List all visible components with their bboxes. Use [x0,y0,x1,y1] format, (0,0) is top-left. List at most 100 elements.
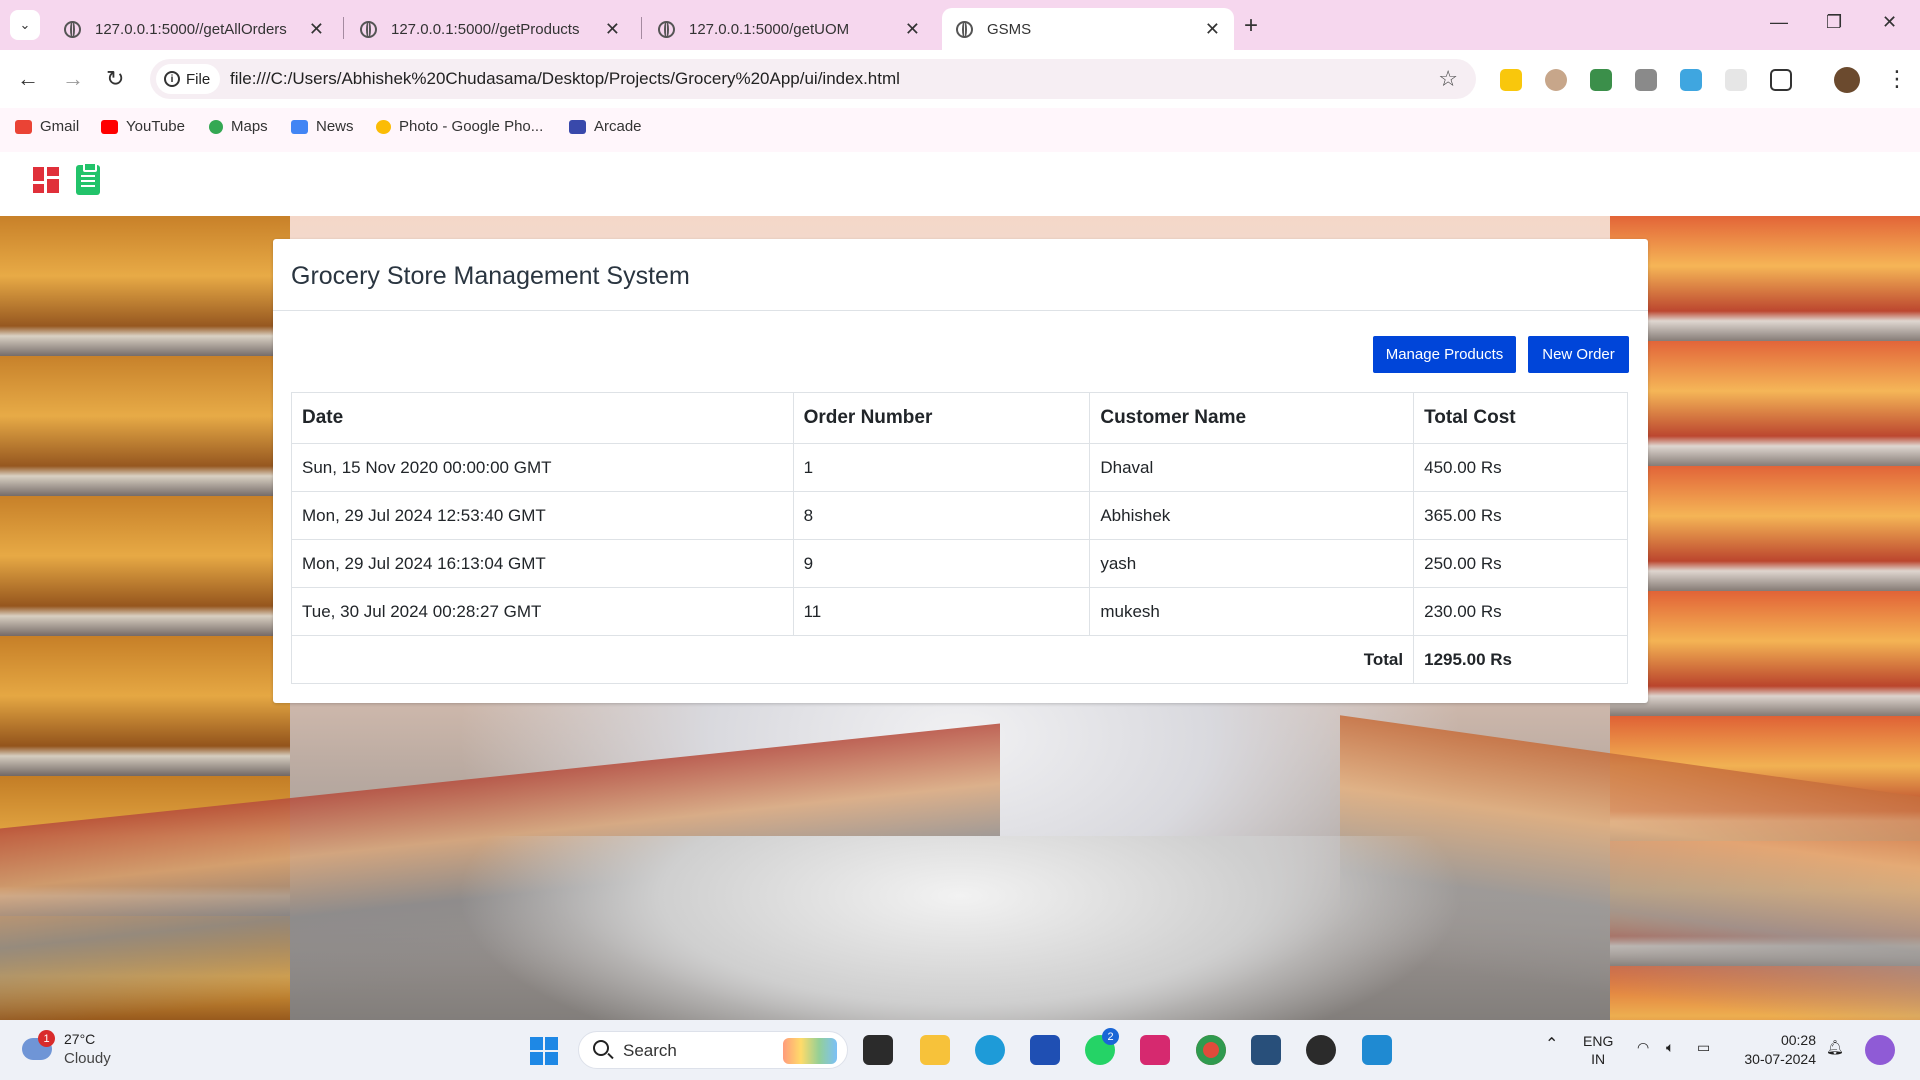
close-icon[interactable]: ✕ [905,19,920,40]
vscode-icon[interactable] [1362,1035,1392,1065]
minimize-button[interactable]: — [1770,12,1788,33]
search-icon [593,1040,609,1056]
show-hidden-icons-chevron-icon[interactable]: ⌃ [1545,1036,1558,1054]
camera-icon[interactable] [1635,69,1657,91]
app-navbar [0,152,1920,216]
site-info-chip[interactable]: i File [156,64,221,94]
windows-start-icon[interactable] [530,1037,558,1065]
orders-card: Grocery Store Management System Manage P… [273,239,1648,703]
cloud-icon: 1 [22,1030,55,1060]
tab-search-button[interactable]: ⌄ [10,10,40,40]
system-clock[interactable]: 00:28 30-07-2024 [1744,1031,1816,1069]
column-header-customer-name: Customer Name [1089,392,1415,444]
instagram-icon[interactable] [1140,1035,1170,1065]
cell-order-number: 1 [792,443,1091,492]
extensions-puzzle-icon[interactable] [1770,69,1792,91]
bookmark-maps[interactable]: Maps [209,118,268,135]
new-tab-button[interactable]: + [1244,12,1258,40]
globe-icon [658,20,675,38]
whatsapp-notification-badge: 2 [1102,1028,1119,1045]
tab-label: 127.0.0.1:5000//getAllOrders [95,20,287,38]
arcade-icon [569,119,586,134]
extension-icon[interactable] [1500,69,1522,91]
cell-total-cost: 365.00 Rs [1413,491,1628,540]
extension-icon[interactable] [1590,69,1612,91]
battery-icon[interactable]: ▭ [1697,1038,1710,1056]
forward-button[interactable]: → [62,66,84,92]
notification-bell-icon[interactable]: 🔔︎ [1826,1038,1844,1056]
browser-tab-strip: ⌄ 127.0.0.1:5000//getAllOrders ✕ 127.0.0… [0,0,1920,50]
weather-temperature: 27°C [64,1031,96,1047]
address-bar[interactable]: i File file:///C:/Users/Abhishek%20Chuda… [150,59,1476,99]
cell-total-cost: 250.00 Rs [1413,539,1628,588]
bookmark-label: Photo - Google Pho... [399,118,544,135]
url-text[interactable]: file:///C:/Users/Abhishek%20Chudasama/De… [230,69,900,89]
whatsapp-icon[interactable]: 2 [1085,1028,1119,1065]
clipboard-icon[interactable] [76,162,100,195]
tab-get-uom[interactable]: 127.0.0.1:5000/getUOM ✕ [644,8,934,50]
tab-get-products[interactable]: 127.0.0.1:5000//getProducts ✕ [346,8,634,50]
edge-browser-icon[interactable] [975,1035,1005,1065]
region-code: IN [1591,1051,1606,1067]
search-highlight-icon [783,1038,837,1064]
globe-icon [360,20,377,38]
column-header-order-number: Order Number [792,392,1091,444]
tab-label: 127.0.0.1:5000//getProducts [391,20,580,38]
copilot-icon[interactable] [1865,1035,1895,1065]
close-icon[interactable]: ✕ [309,19,324,40]
extension-icon[interactable] [1680,69,1702,91]
wifi-icon[interactable]: ◠ [1637,1038,1649,1056]
cell-date: Mon, 29 Jul 2024 12:53:40 GMT [291,491,794,540]
cell-date: Sun, 15 Nov 2020 00:00:00 GMT [291,443,794,492]
table-row: Tue, 30 Jul 2024 00:28:27 GMT 11 mukesh … [291,587,1628,636]
cell-order-number: 11 [792,587,1091,636]
dashboard-logo-icon[interactable] [33,167,59,193]
language-code: ENG [1583,1033,1614,1049]
bookmark-label: Gmail [40,118,80,135]
task-view-icon[interactable] [863,1035,893,1065]
microsoft-store-icon[interactable] [1030,1035,1060,1065]
extension-icon[interactable] [1545,69,1567,91]
restore-button[interactable]: ❐ [1826,12,1842,33]
volume-icon[interactable]: 🔈︎ [1666,1038,1674,1056]
youtube-icon [101,119,118,134]
maps-icon [209,119,223,134]
grand-total-value: 1295.00 Rs [1413,635,1628,684]
bookmark-label: News [316,118,354,135]
close-icon[interactable]: ✕ [605,19,620,40]
clock-date: 30-07-2024 [1744,1051,1816,1067]
new-order-button[interactable]: New Order [1528,336,1629,373]
close-window-button[interactable]: ✕ [1882,12,1897,33]
profile-avatar[interactable] [1834,67,1860,93]
chrome-icon[interactable] [1196,1035,1226,1065]
tab-get-all-orders[interactable]: 127.0.0.1:5000//getAllOrders ✕ [50,8,338,50]
orders-table: Date Order Number Customer Name Total Co… [290,392,1628,684]
taskbar-search-label: Search [623,1041,677,1060]
bookmark-star-icon[interactable]: ☆ [1438,66,1458,92]
bookmark-label: Maps [231,118,268,135]
app-icon[interactable] [1251,1035,1281,1065]
tab-gsms[interactable]: GSMS ✕ [942,8,1234,50]
bookmark-arcade[interactable]: Arcade [569,118,642,135]
manage-products-button[interactable]: Manage Products [1373,336,1516,373]
bookmark-youtube[interactable]: YouTube [101,118,185,135]
menu-kebab-icon[interactable]: ⋮ [1886,66,1908,92]
taskbar-search-box[interactable]: Search [578,1031,848,1069]
bookmark-google-photos[interactable]: Photo - Google Pho... [376,118,543,135]
background-floor [300,836,1620,1020]
clock-time: 00:28 [1780,1032,1816,1048]
reload-button[interactable]: ↻ [106,66,124,92]
language-indicator[interactable]: ENG IN [1583,1032,1613,1068]
close-icon[interactable]: ✕ [1205,19,1220,40]
browser-toolbar: ← → ↻ i File file:///C:/Users/Abhishek%2… [0,50,1920,108]
cell-order-number: 8 [792,491,1091,540]
bookmark-gmail[interactable]: Gmail [15,118,79,135]
extension-icon[interactable] [1725,69,1747,91]
page-title: Grocery Store Management System [291,262,690,290]
windows-taskbar: 1 27°C Cloudy Search 2 ⌃ ENG IN ◠ 🔈︎ ▭ 0… [0,1020,1920,1080]
media-player-icon[interactable] [1306,1035,1336,1065]
file-explorer-icon[interactable] [920,1035,950,1065]
bookmark-news[interactable]: News [291,118,354,135]
weather-widget[interactable]: 1 27°C Cloudy [22,1030,111,1068]
back-button[interactable]: ← [17,66,39,92]
